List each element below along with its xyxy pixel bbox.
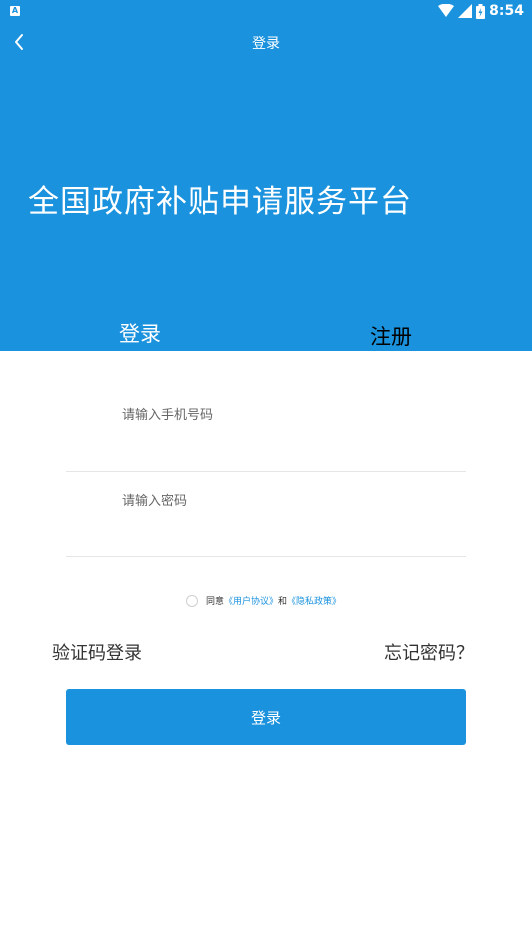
battery-icon (476, 3, 486, 19)
login-button[interactable]: 登录 (66, 689, 466, 745)
phone-input[interactable] (122, 400, 452, 430)
tab-register[interactable]: 注册 (370, 321, 412, 351)
agreement-row: 同意 《用户协议》 和 《隐私政策》 (186, 594, 341, 607)
agree-and: 和 (278, 597, 288, 607)
clock: 8:54 (489, 3, 524, 19)
wifi-icon (438, 4, 455, 17)
password-input[interactable] (122, 486, 452, 516)
notification-app-icon: A (10, 6, 20, 16)
agree-radio[interactable] (186, 594, 198, 607)
platform-title: 全国政府补贴申请服务平台 (28, 184, 412, 220)
forgot-password-link[interactable]: 忘记密码？ (384, 639, 474, 665)
page-title: 登录 (252, 36, 280, 52)
sms-login-link[interactable]: 验证码登录 (52, 639, 142, 665)
cellular-signal-icon (458, 4, 473, 18)
tab-login[interactable]: 登录 (119, 318, 161, 348)
agree-prefix: 同意 (206, 597, 225, 607)
password-field (66, 486, 466, 557)
app-bar: 登录 (0, 24, 532, 60)
user-agreement-link[interactable]: 《用户协议》 (224, 594, 278, 607)
header-banner: A 8:54 登录 全国政府补贴申请服务平台 登录 注册 (0, 0, 532, 351)
privacy-policy-link[interactable]: 《隐私政策》 (287, 594, 341, 607)
status-bar: A 8:54 (0, 0, 532, 24)
login-button-label: 登录 (250, 708, 281, 727)
phone-field (66, 400, 466, 472)
